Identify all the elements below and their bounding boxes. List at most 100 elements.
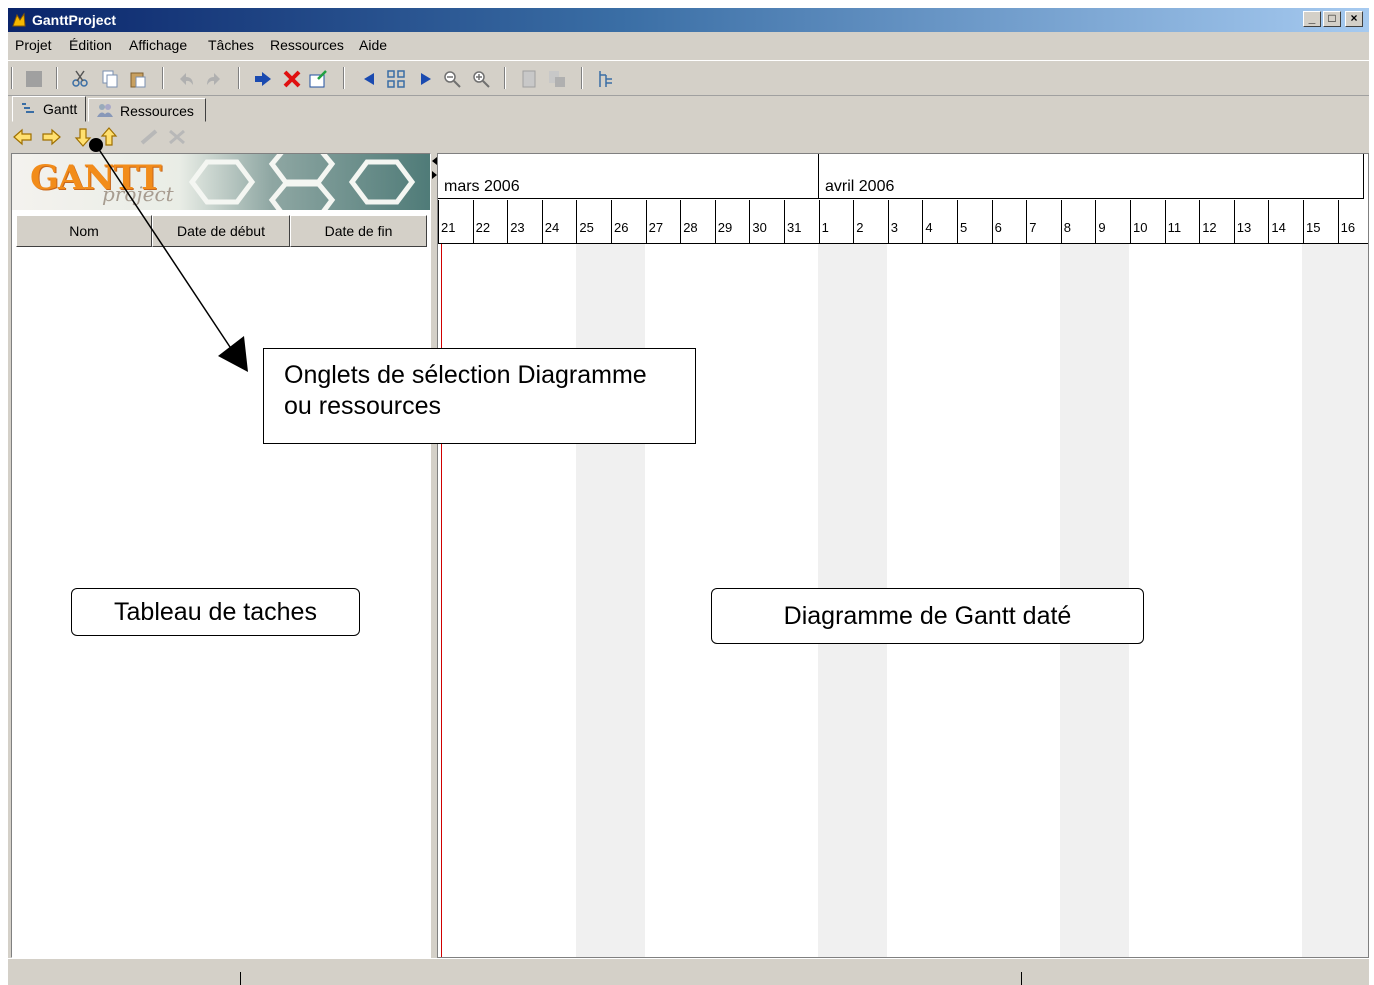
day-label: 28 (683, 220, 698, 235)
task-table-panel: GANTT project Nom Date de début Date de … (11, 153, 431, 958)
zoom-fit-icon[interactable] (386, 69, 406, 89)
day-label: 22 (475, 220, 491, 235)
title-bar[interactable]: GanttProject _ □ × (8, 8, 1369, 32)
indent-task-icon[interactable] (253, 69, 273, 89)
scroll-left-icon[interactable] (360, 69, 380, 89)
day-header: 23 (507, 200, 543, 244)
window-title: GanttProject (32, 12, 117, 28)
day-header: 26 (611, 200, 646, 244)
day-label: 24 (544, 220, 560, 235)
day-label: 9 (1098, 220, 1106, 235)
day-label: 5 (960, 220, 968, 235)
logo-hexagon-pattern (188, 154, 416, 210)
day-label: 30 (752, 220, 767, 235)
day-header: 4 (922, 200, 958, 244)
day-label: 16 (1340, 220, 1356, 235)
move-down-icon[interactable] (72, 127, 94, 147)
month-label: mars 2006 (444, 178, 520, 195)
column-header-date-fin[interactable]: Date de fin (290, 215, 427, 247)
day-label: 10 (1133, 220, 1148, 235)
day-header: 25 (576, 200, 612, 244)
move-up-icon[interactable] (98, 127, 120, 147)
maximize-button[interactable]: □ (1323, 11, 1341, 27)
zoom-out-icon[interactable] (442, 69, 462, 89)
paste-icon[interactable] (128, 69, 148, 89)
day-header: 9 (1095, 200, 1131, 244)
link-tasks-icon[interactable] (138, 127, 160, 147)
menu-taches[interactable]: Tâches (208, 37, 254, 53)
cut-icon[interactable] (70, 69, 90, 89)
day-label: 1 (821, 220, 829, 235)
tab-gantt-label: Gantt (43, 101, 78, 117)
main-toolbar (8, 60, 1369, 96)
day-header: 6 (991, 200, 1027, 244)
day-label: 3 (890, 220, 899, 235)
scroll-right-icon[interactable] (415, 69, 435, 89)
menu-ressources[interactable]: Ressources (270, 37, 344, 53)
day-header: 28 (680, 200, 716, 244)
tab-gantt[interactable]: Gantt (12, 96, 86, 122)
menu-aide[interactable]: Aide (359, 37, 387, 53)
day-label: 27 (648, 220, 664, 235)
menu-bar: Projet Édition Affichage Tâches Ressourc… (8, 33, 1369, 58)
zoom-in-icon[interactable] (471, 69, 491, 89)
menu-edition[interactable]: Édition (69, 37, 112, 53)
tab-ressources[interactable]: Ressources (88, 98, 206, 122)
minimize-button[interactable]: _ (1303, 11, 1321, 27)
app-window: GanttProject _ □ × Projet Édition Affich… (8, 8, 1369, 985)
redo-icon[interactable] (204, 69, 224, 89)
day-header: 13 (1233, 200, 1269, 244)
toolbar-separator (343, 67, 345, 89)
undo-icon[interactable] (176, 69, 196, 89)
day-label: 15 (1306, 220, 1321, 235)
day-header: 24 (541, 200, 577, 244)
menu-affichage[interactable]: Affichage (129, 37, 187, 53)
logo-subtitle: project (102, 182, 174, 206)
day-header: 16 (1337, 200, 1368, 244)
day-label: 13 (1236, 220, 1252, 235)
day-header: 10 (1130, 200, 1165, 244)
copy-icon[interactable] (100, 69, 120, 89)
print-icon[interactable] (519, 69, 539, 89)
day-label: 14 (1271, 220, 1286, 235)
column-header-nom[interactable]: Nom (16, 215, 152, 247)
gantt-tab-icon (22, 103, 34, 113)
gantt-chart-panel[interactable]: mars 2006 avril 2006 21 22 23 24 25 26 27 28 29 3… (437, 153, 1369, 958)
day-header: 8 (1060, 200, 1096, 244)
menu-projet[interactable]: Projet (15, 37, 52, 53)
day-header: 2 (853, 200, 889, 244)
day-header: 21 (438, 200, 473, 244)
day-header: 22 (472, 200, 508, 244)
callout-tabs-line2: ou ressources (284, 392, 442, 420)
save-icon[interactable] (24, 69, 44, 89)
delete-task-icon[interactable] (282, 69, 302, 89)
day-label: 23 (510, 220, 525, 235)
toolbar-separator (238, 67, 240, 89)
day-header: 11 (1164, 200, 1200, 244)
callout-gantt-chart: Diagramme de Gantt daté (711, 588, 1144, 644)
toolbar-grip (11, 67, 13, 89)
task-properties-icon[interactable] (308, 69, 328, 89)
day-label: 8 (1063, 220, 1072, 235)
unindent-arrow-icon[interactable] (12, 127, 34, 147)
month-header-avril: avril 2006 (819, 154, 1364, 199)
indent-arrow-icon[interactable] (40, 127, 62, 147)
day-header: 14 (1268, 200, 1304, 244)
day-header: 7 (1026, 200, 1062, 244)
day-label: 7 (1029, 220, 1037, 235)
unlink-tasks-icon[interactable] (166, 127, 188, 147)
gantt-app-icon (12, 12, 26, 27)
critical-path-icon[interactable] (596, 69, 616, 89)
print-preview-icon[interactable] (547, 69, 567, 89)
callout-task-table: Tableau de taches (71, 588, 360, 636)
day-header: 27 (645, 200, 681, 244)
day-label: 29 (717, 220, 733, 235)
column-header-date-debut[interactable]: Date de début (152, 215, 290, 247)
ganttproject-logo: GANTT project (12, 154, 430, 210)
toolbar-separator (504, 67, 506, 89)
tab-ressources-label: Ressources (120, 103, 194, 119)
day-label: 26 (614, 220, 629, 235)
day-header: 31 (784, 200, 819, 244)
close-button[interactable]: × (1345, 11, 1363, 27)
day-header: 15 (1303, 200, 1338, 244)
